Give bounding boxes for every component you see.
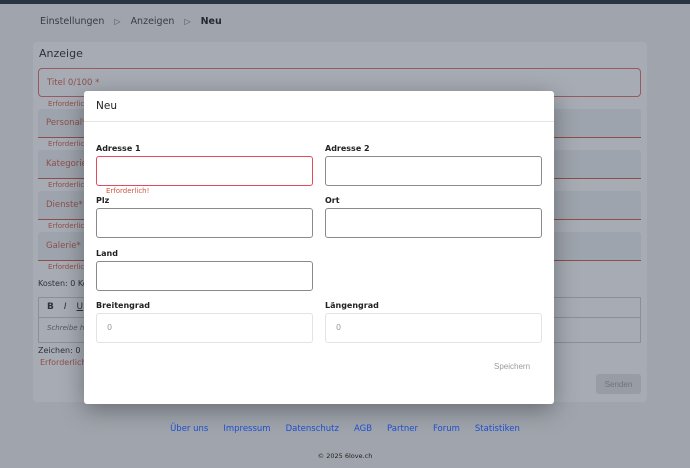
footer-link-datenschutz[interactable]: Datenschutz	[286, 424, 339, 434]
adresse1-label: Adresse 1	[96, 144, 141, 153]
footer-link-forum[interactable]: Forum	[433, 424, 460, 434]
laengengrad-value: 0	[336, 323, 342, 332]
laengengrad-label: Längengrad	[325, 301, 379, 310]
address-dialog: Neu Adresse 1 Erforderlich! Adresse 2 Pl…	[84, 91, 554, 404]
ort-input[interactable]	[325, 208, 542, 238]
footer-link-agb[interactable]: AGB	[354, 424, 372, 434]
speichern-button[interactable]: Speichern	[494, 362, 530, 371]
footer-links: Über uns Impressum Datenschutz AGB Partn…	[0, 424, 690, 434]
footer-link-partner[interactable]: Partner	[387, 424, 418, 434]
copyright: © 2025 6love.ch	[317, 452, 373, 460]
dialog-header: Neu	[84, 91, 554, 122]
ort-label: Ort	[325, 196, 340, 205]
breitengrad-label: Breitengrad	[96, 301, 150, 310]
breitengrad-input: 0	[96, 313, 313, 343]
laengengrad-input: 0	[325, 313, 542, 343]
footer-link-ueber-uns[interactable]: Über uns	[170, 424, 208, 434]
breitengrad-value: 0	[107, 323, 113, 332]
adresse2-label: Adresse 2	[325, 144, 370, 153]
land-label: Land	[96, 249, 118, 258]
plz-input[interactable]	[96, 208, 313, 238]
adresse1-input[interactable]	[96, 156, 313, 186]
plz-label: Plz	[96, 196, 110, 205]
footer-link-impressum[interactable]: Impressum	[223, 424, 270, 434]
footer-link-statistiken[interactable]: Statistiken	[475, 424, 520, 434]
land-input[interactable]	[96, 261, 313, 291]
adresse1-error: Erforderlich!	[106, 187, 150, 195]
adresse2-input[interactable]	[325, 156, 542, 186]
dialog-title: Neu	[96, 100, 117, 112]
